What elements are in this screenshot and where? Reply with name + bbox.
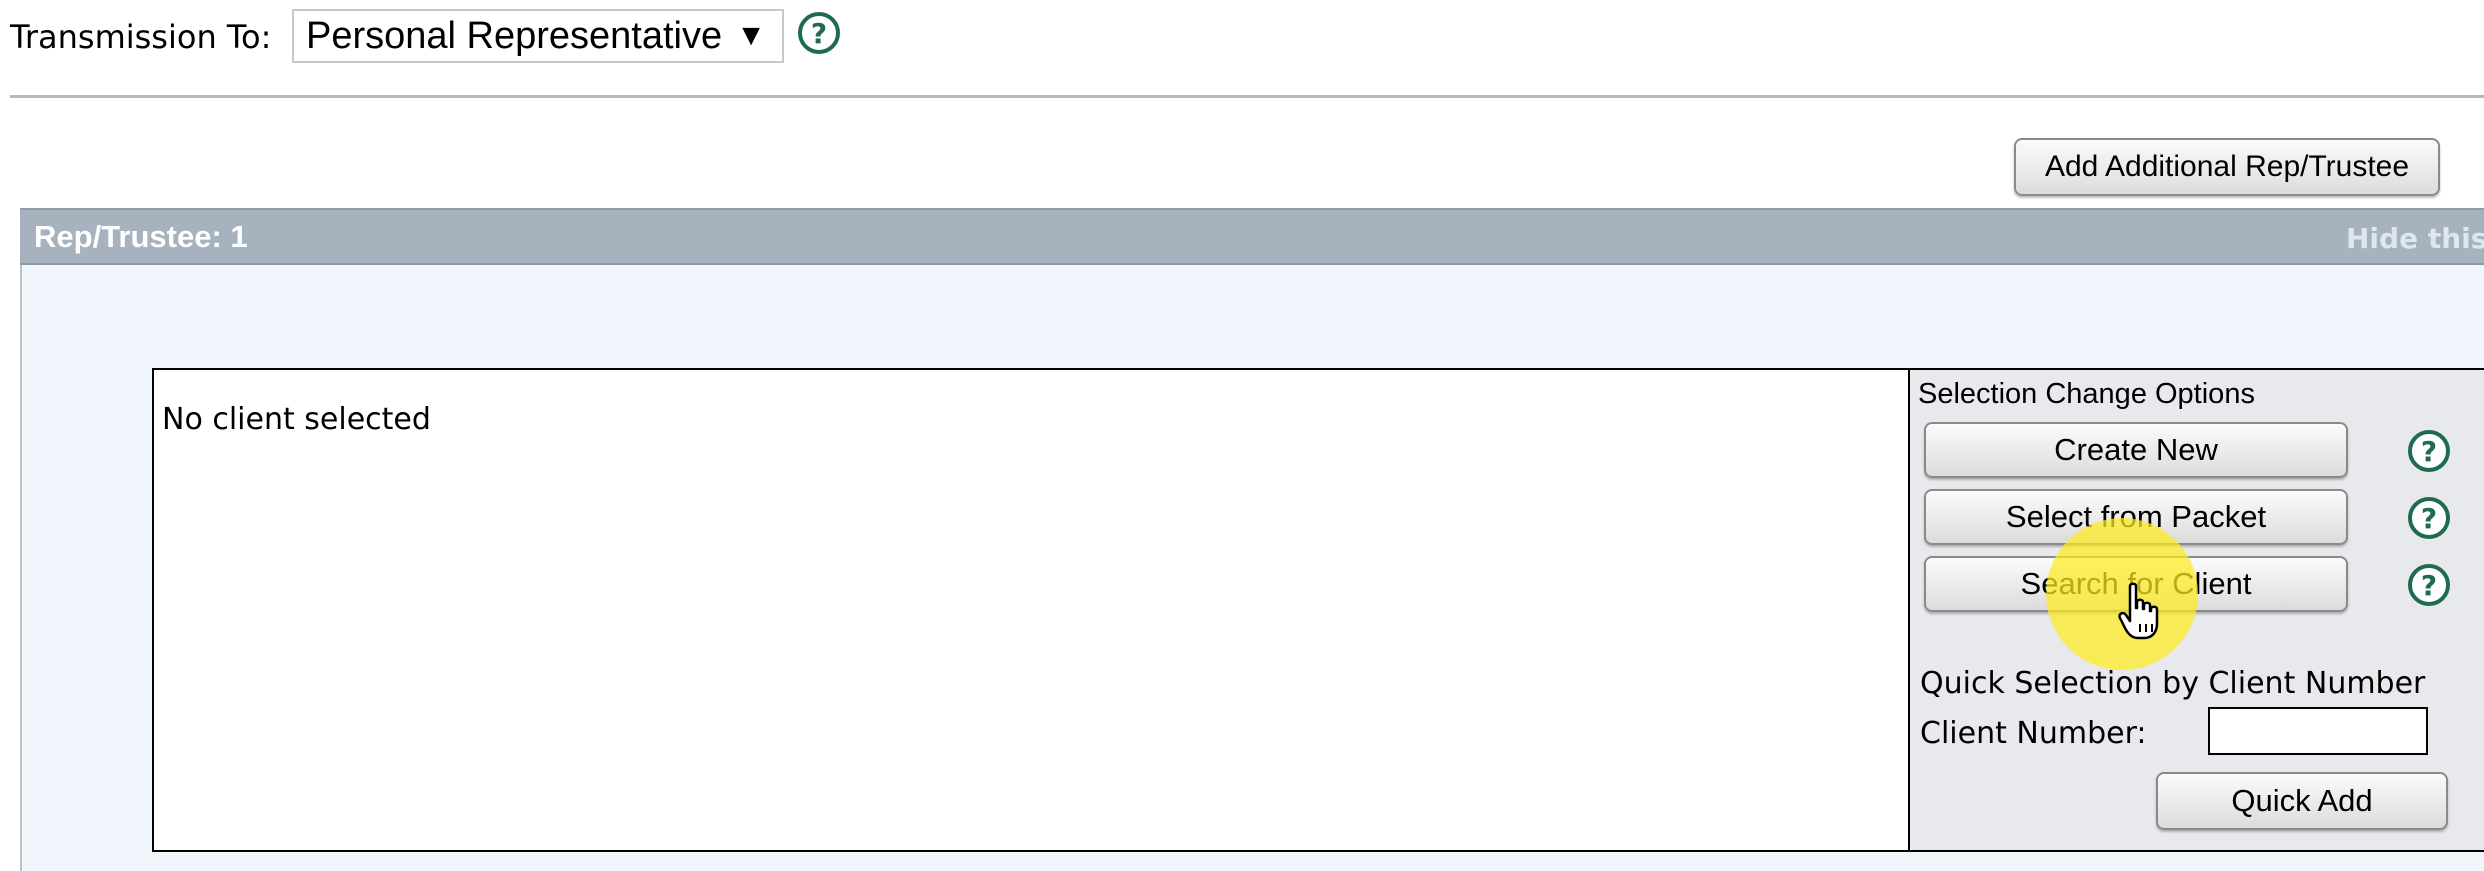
add-additional-rep-trustee-button[interactable]: Add Additional Rep/Trustee: [2014, 138, 2440, 196]
transmission-form: Transmission To: Personal Representative…: [0, 0, 2484, 871]
transmission-to-select[interactable]: Personal Representative ▼: [292, 9, 784, 63]
help-question-icon[interactable]: ?: [2406, 562, 2452, 608]
create-new-button[interactable]: Create New: [1924, 422, 2348, 478]
transmission-to-label: Transmission To:: [10, 18, 272, 56]
selection-change-options-heading: Selection Change Options: [1918, 378, 2255, 410]
help-question-icon[interactable]: ?: [2406, 428, 2452, 474]
rep-trustee-panel-title: Rep/Trustee: 1: [34, 219, 248, 254]
column-divider: [1908, 368, 1910, 852]
quick-selection-heading: Quick Selection by Client Number: [1920, 666, 2426, 701]
select-from-packet-button[interactable]: Select from Packet: [1924, 489, 2348, 545]
quick-add-button[interactable]: Quick Add: [2156, 772, 2448, 830]
help-question-icon[interactable]: ?: [796, 10, 842, 56]
divider-line: [10, 95, 2484, 98]
transmission-to-selected-value: Personal Representative: [306, 14, 723, 57]
client-number-input[interactable]: [2208, 707, 2428, 755]
client-number-label: Client Number:: [1920, 716, 2147, 751]
svg-text:?: ?: [2421, 569, 2437, 602]
chevron-down-icon: ▼: [736, 19, 766, 52]
svg-text:?: ?: [2421, 502, 2437, 535]
rep-trustee-panel-header: [20, 208, 2484, 265]
hide-this-link[interactable]: Hide this: [2346, 222, 2484, 255]
svg-text:?: ?: [2421, 435, 2437, 468]
client-status-text: No client selected: [162, 402, 431, 437]
search-for-client-button[interactable]: Search for Client: [1924, 556, 2348, 612]
help-question-icon[interactable]: ?: [2406, 495, 2452, 541]
svg-text:?: ?: [811, 17, 827, 50]
